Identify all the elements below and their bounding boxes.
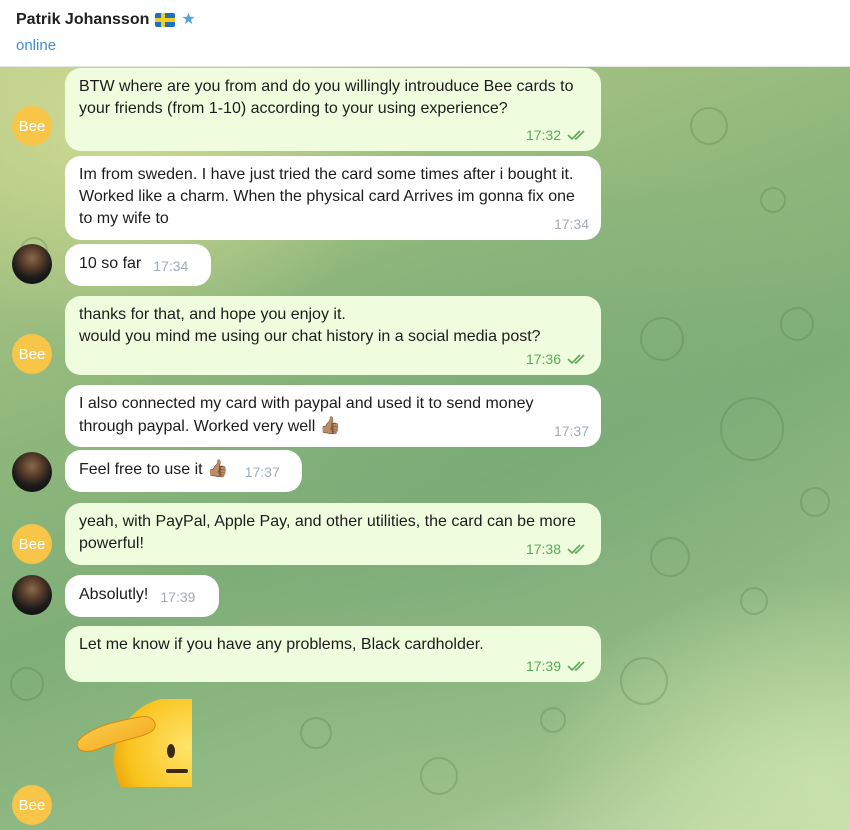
chat-header: Patrik Johansson ★ online xyxy=(0,0,850,67)
message-text: BTW where are you from and do you willin… xyxy=(79,78,574,117)
background-doodle xyxy=(300,717,332,749)
message-time: 17:34 xyxy=(153,258,189,274)
contact-avatar[interactable] xyxy=(12,244,52,284)
message-bubble-incoming[interactable]: Absolutly! 17:39 xyxy=(65,575,219,617)
message-text: Feel free to use it xyxy=(79,461,203,478)
background-doodle xyxy=(740,587,768,615)
message-bubble-outgoing[interactable]: yeah, with PayPal, Apple Pay, and other … xyxy=(65,503,601,565)
message-meta: 17:34 xyxy=(554,213,589,235)
message-time: 17:38 xyxy=(525,541,561,557)
bee-avatar[interactable]: Bee xyxy=(12,524,52,564)
thumbs-up-icon: 👍🏽 xyxy=(319,416,341,435)
message-time: 17:32 xyxy=(525,127,561,143)
sweden-flag-icon xyxy=(155,13,176,27)
message-meta: 17:39 xyxy=(526,655,589,677)
message-time: 17:39 xyxy=(525,658,561,674)
double-check-icon xyxy=(567,660,589,672)
double-check-icon xyxy=(567,543,589,555)
background-doodle xyxy=(620,657,668,705)
thumbs-up-icon: 👍🏽 xyxy=(207,459,229,478)
contact-status: online xyxy=(16,37,57,54)
message-meta: 17:37 xyxy=(554,420,589,442)
message-text: 10 so far xyxy=(79,255,142,272)
message-time: 17:39 xyxy=(160,589,196,605)
saluting-face-icon[interactable] xyxy=(68,699,192,787)
message-text: yeah, with PayPal, Apple Pay, and other … xyxy=(79,513,576,552)
message-time: 17:37 xyxy=(553,423,589,439)
message-meta: 17:32 xyxy=(526,124,589,146)
bee-avatar[interactable]: Bee xyxy=(12,106,52,146)
message-time: 17:34 xyxy=(553,216,589,232)
premium-star-icon: ★ xyxy=(181,11,196,28)
message-text: Absolutly! xyxy=(79,586,149,603)
background-doodle xyxy=(540,707,566,733)
background-doodle xyxy=(640,317,684,361)
message-bubble-incoming[interactable]: Feel free to use it 👍🏽 17:37 xyxy=(65,450,302,492)
background-doodle xyxy=(760,187,786,213)
contact-avatar[interactable] xyxy=(12,452,52,492)
message-time: 17:36 xyxy=(525,351,561,367)
background-doodle xyxy=(690,107,728,145)
message-text: I also connected my card with paypal and… xyxy=(79,395,534,435)
contact-name[interactable]: Patrik Johansson xyxy=(16,11,149,29)
message-text-line: thanks for that, and hope you enjoy it. xyxy=(79,306,346,323)
message-meta: 17:36 xyxy=(526,348,589,370)
message-bubble-outgoing[interactable]: BTW where are you from and do you willin… xyxy=(65,68,601,151)
message-bubble-incoming[interactable]: Im from sweden. I have just tried the ca… xyxy=(65,156,601,240)
background-doodle xyxy=(800,487,830,517)
message-text: Let me know if you have any problems, Bl… xyxy=(79,636,484,653)
background-doodle xyxy=(420,757,458,795)
message-bubble-incoming[interactable]: I also connected my card with paypal and… xyxy=(65,385,601,447)
message-bubble-incoming[interactable]: 10 so far 17:34 xyxy=(65,244,211,286)
background-doodle xyxy=(720,397,784,461)
double-check-icon xyxy=(567,129,589,141)
message-meta: 17:38 xyxy=(526,538,589,560)
bee-avatar[interactable]: Bee xyxy=(12,785,52,825)
message-bubble-outgoing[interactable]: Let me know if you have any problems, Bl… xyxy=(65,626,601,682)
double-check-icon xyxy=(567,353,589,365)
message-bubble-outgoing[interactable]: thanks for that, and hope you enjoy it. … xyxy=(65,296,601,375)
chat-area[interactable]: BTW where are you from and do you willin… xyxy=(0,67,850,830)
contact-name-row[interactable]: Patrik Johansson ★ xyxy=(16,11,196,29)
background-doodle xyxy=(10,667,44,701)
contact-avatar[interactable] xyxy=(12,575,52,615)
background-doodle xyxy=(650,537,690,577)
message-text-line: would you mind me using our chat history… xyxy=(79,328,541,345)
message-time: 17:37 xyxy=(244,464,280,480)
background-doodle xyxy=(780,307,814,341)
bee-avatar[interactable]: Bee xyxy=(12,334,52,374)
message-text: Im from sweden. I have just tried the ca… xyxy=(79,166,575,227)
